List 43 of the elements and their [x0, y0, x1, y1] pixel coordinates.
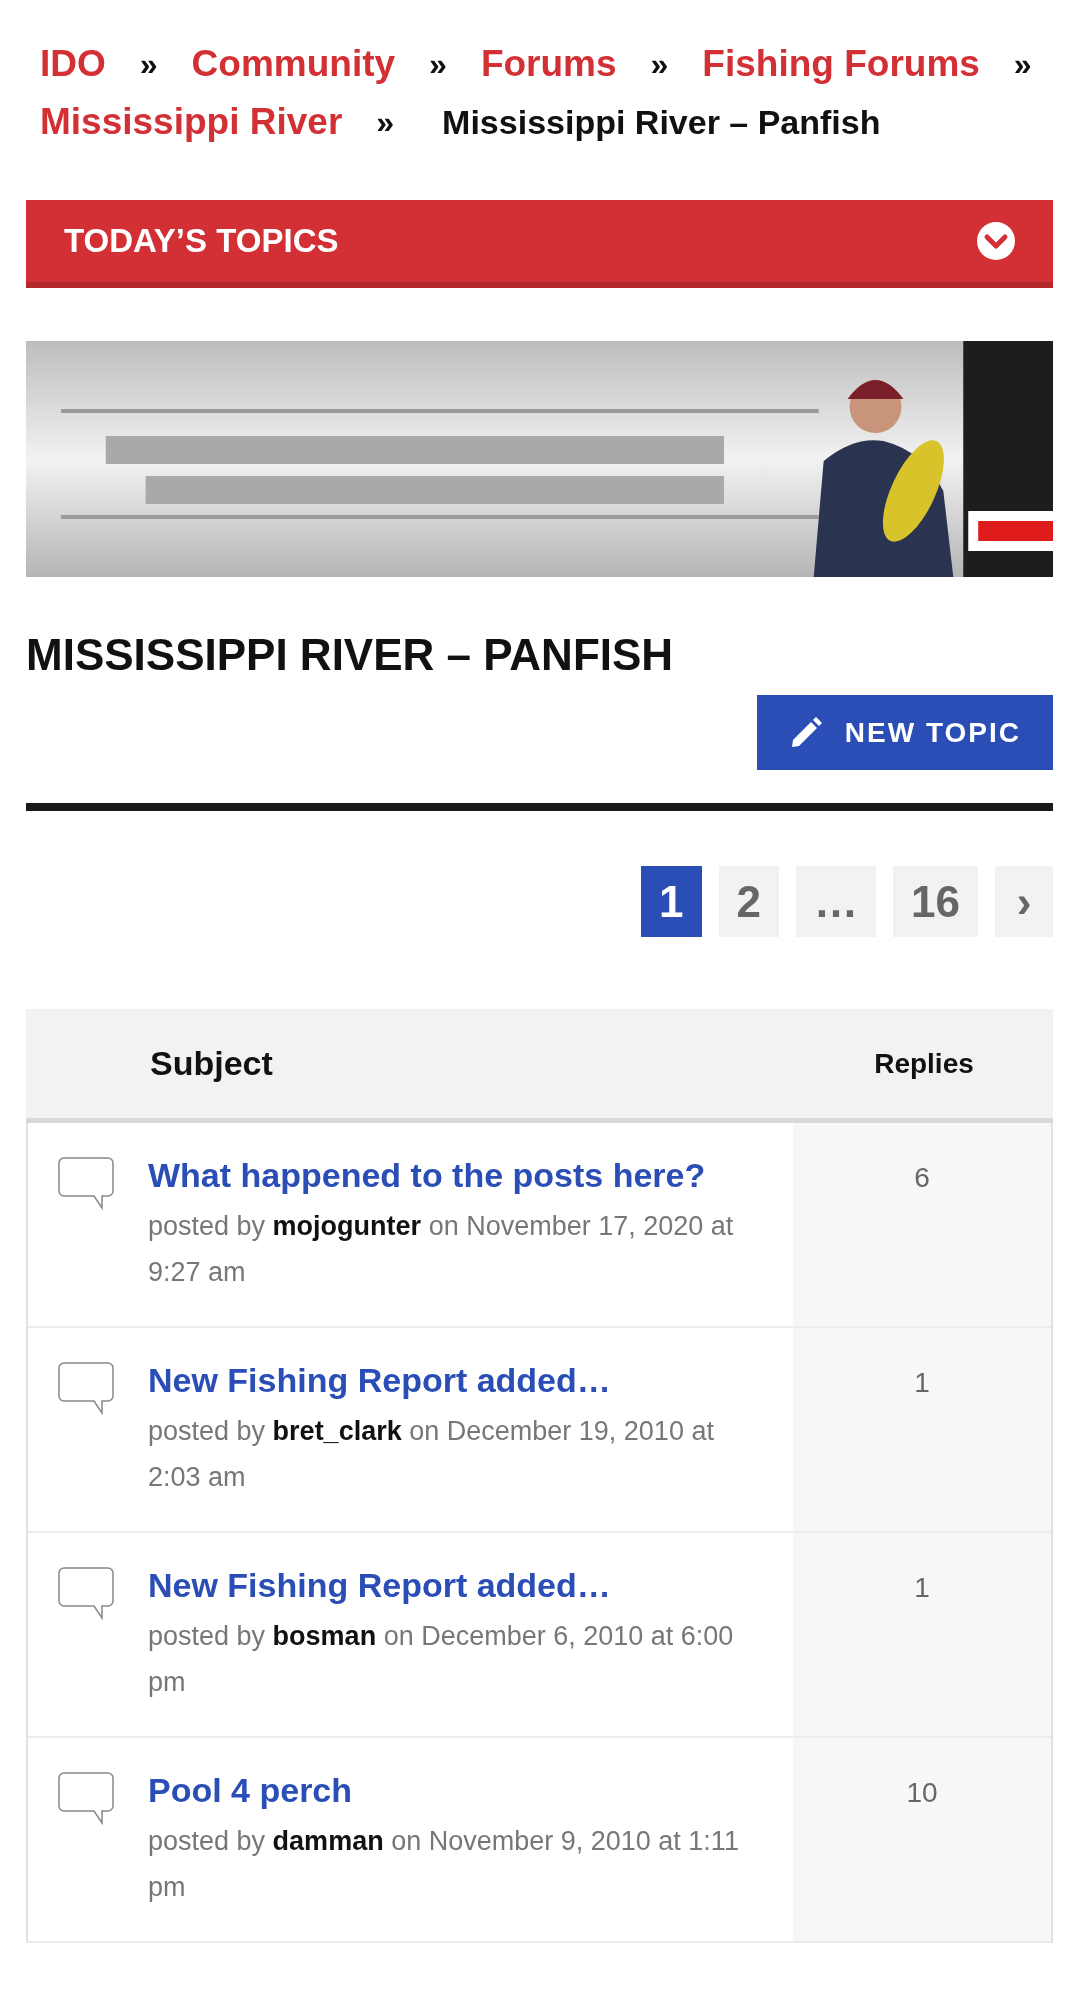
speech-bubble-icon [58, 1157, 114, 1211]
topic-meta: posted by bret_clark on December 19, 2010 at 2:03 am [148, 1415, 715, 1494]
forum-title: MISSISSIPPI RIVER – PANFISH [26, 629, 675, 681]
breadcrumb-separator: » [139, 45, 158, 84]
author-link[interactable]: bret_clark [272, 1416, 402, 1446]
topic-link[interactable]: Pool 4 perch [148, 1768, 769, 1812]
speech-bubble-icon [58, 1772, 114, 1826]
topic-link[interactable]: New Fishing Report added… [148, 1563, 769, 1607]
topic-meta: posted by mojogunter on November 17, 2020 at 9:27 am [148, 1210, 735, 1289]
breadcrumb-current: Mississippi River – Panfish [442, 102, 881, 143]
topic-link[interactable]: What happened to the posts here? [148, 1153, 769, 1197]
page-link[interactable]: 2 [718, 866, 780, 937]
todays-topics-bar[interactable]: TODAY’S TOPICS [26, 200, 1053, 288]
chevron-down-icon [977, 222, 1015, 260]
breadcrumb-link[interactable]: Forums [480, 40, 617, 88]
column-header: Subject [150, 1043, 273, 1084]
author-link[interactable]: mojogunter [272, 1211, 422, 1241]
topic-meta: posted by damman on November 9, 2010 at 1:11 pm [148, 1825, 740, 1904]
topic-link[interactable]: New Fishing Report added… [148, 1358, 769, 1402]
speech-bubble-icon [58, 1362, 114, 1416]
page-link[interactable]: 1 [641, 866, 702, 937]
todays-topics-title: TODAY’S TOPICS [64, 221, 339, 262]
breadcrumb-separator: » [429, 45, 447, 84]
breadcrumb-separator: » [650, 45, 669, 84]
page-link[interactable]: › [995, 866, 1053, 937]
author-link[interactable]: damman [272, 1826, 384, 1856]
breadcrumb-separator: » [1013, 45, 1032, 84]
breadcrumb-link[interactable]: IDO [40, 40, 106, 88]
reply-count: 10 [906, 1777, 938, 1808]
speech-bubble-icon [58, 1567, 114, 1621]
new-topic-button[interactable]: NEW TOPIC [756, 695, 1053, 770]
reply-count: 1 [914, 1572, 930, 1603]
page-link[interactable]: 16 [893, 866, 978, 937]
page-link[interactable]: … [796, 866, 877, 937]
author-link[interactable]: bosman [272, 1621, 377, 1651]
reply-count: 1 [914, 1367, 930, 1398]
breadcrumb-separator: » [376, 103, 395, 142]
breadcrumb-link[interactable]: Fishing Forums [702, 40, 980, 88]
column-header: Replies [873, 1046, 975, 1081]
breadcrumb-link[interactable]: Mississippi River [40, 98, 343, 146]
topic-meta: posted by bosman on December 6, 2010 at 6:00 pm [148, 1620, 735, 1699]
breadcrumb-link[interactable]: Community [191, 40, 396, 88]
reply-count: 6 [914, 1162, 930, 1193]
